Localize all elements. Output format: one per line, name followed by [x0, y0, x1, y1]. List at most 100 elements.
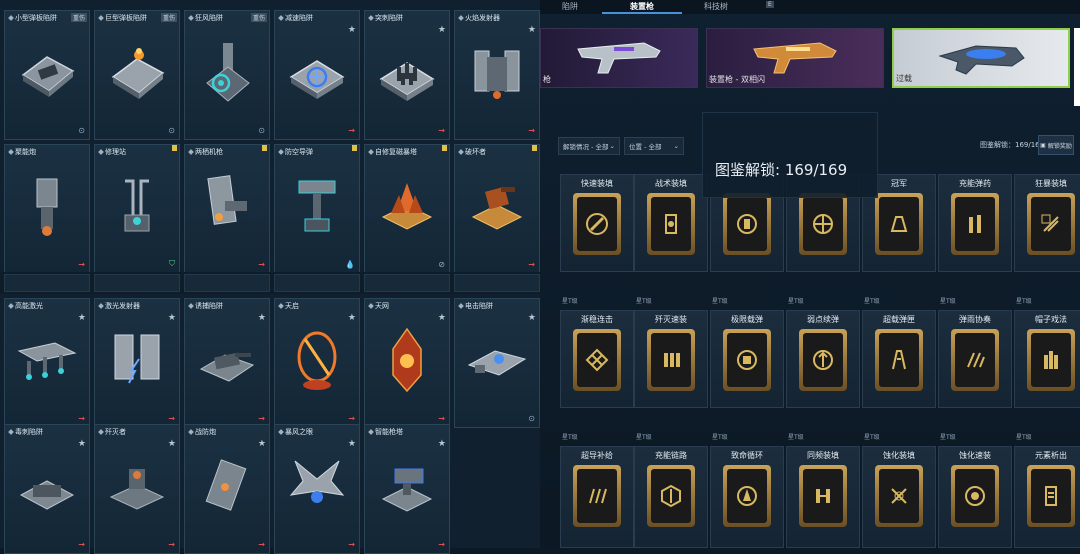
trap-name: 高能激光: [8, 301, 43, 311]
skill-icon: [664, 353, 680, 367]
device-gun-panel: 陷阱 装置枪 科技树 E 枪 装置枪 - 双相闪 过载 解锁情况 - 全部 ⌄ 位…: [540, 0, 1080, 548]
star-icon: ★: [437, 313, 446, 323]
skill-card-bullet-rain[interactable]: 弹雨协奏: [938, 310, 1012, 408]
skill-icon: [737, 214, 757, 234]
skill-card-hat-trick[interactable]: 帽子戏法: [1014, 310, 1080, 408]
trap-card-apocalypse[interactable]: 天启 ★ →: [274, 298, 360, 428]
skill-card-weakpoint-refill[interactable]: 弱点续弹: [786, 310, 860, 408]
upgrade-arrow-icon: →: [258, 414, 265, 423]
trap-art-icon: [381, 183, 433, 230]
trap-art-icon: [379, 62, 435, 101]
trap-art-icon: [114, 334, 160, 384]
skill-card-charged-ammo[interactable]: 充能弹药: [938, 174, 1012, 272]
gun-art-icon: [938, 45, 1025, 75]
skill-card-charge-link[interactable]: 充能链路: [634, 446, 708, 548]
unlock-filter-dropdown[interactable]: 解锁情况 - 全部 ⌄: [558, 137, 620, 155]
tier-tag: 星T级: [636, 434, 652, 441]
status-tag: 重伤: [160, 13, 177, 22]
trap-card-skynet[interactable]: 天网 ★ →: [364, 298, 450, 428]
trap-card-flamethrower[interactable]: 火焰发射器 ★ →: [454, 10, 540, 140]
trap-card-lure[interactable]: 诱捕陷阱 ★ →: [184, 298, 270, 428]
chevron-down-icon: ⌄: [609, 142, 615, 150]
skill-plate: [875, 329, 923, 391]
skill-card-fatal-cycle[interactable]: 致命循环: [710, 446, 784, 548]
trap-name: 天启: [278, 301, 299, 311]
trap-card-slow[interactable]: 减速陷阱 ★ →: [274, 10, 360, 140]
tier-tag: 星T级: [562, 434, 578, 441]
trap-card-laser-emitter[interactable]: 激光发射器 ★ →: [94, 298, 180, 428]
tier-tag: 星T级: [1016, 298, 1032, 305]
trap-card-annihilator[interactable]: 歼灭者 ★ →: [94, 424, 180, 554]
tab-tech-tree[interactable]: 科技树: [704, 0, 728, 12]
skill-card-superconduct-supply[interactable]: 超导补给: [560, 446, 634, 548]
gun-card-3-selected[interactable]: 过载: [892, 28, 1070, 88]
upgrade-arrow-icon: →: [258, 260, 265, 269]
new-flag-icon: [532, 145, 537, 151]
skill-card-element-precipitate[interactable]: 元素析出: [1014, 446, 1080, 548]
trap-name: 歼灭者: [98, 427, 126, 437]
gun-label: 过载: [896, 74, 912, 83]
trap-art-icon: [21, 56, 75, 97]
tier-tag: 星T级: [788, 298, 804, 305]
upgrade-arrow-icon: →: [168, 414, 175, 423]
trap-art-icon: [207, 175, 247, 225]
skill-icon: [1041, 214, 1059, 232]
gun-card-2[interactable]: 装置枪 - 双相闪: [706, 28, 884, 88]
trap-card-anti-tank[interactable]: 战防炮 ★ →: [184, 424, 270, 554]
trap-card-aa-missile[interactable]: 防空导弹 💧: [274, 144, 360, 274]
trap-card-smart-turret[interactable]: 智能枪塔 ★ →: [364, 424, 450, 554]
skill-name: 蚀化速装: [959, 451, 991, 460]
skill-card-sync-reload[interactable]: 同频装填: [786, 446, 860, 548]
trap-art-icon: [36, 178, 58, 236]
skill-card-overload-mag[interactable]: 超载弹匣: [862, 310, 936, 408]
tier-tag: 星T级: [636, 298, 652, 305]
trap-card-self-repair-tesla[interactable]: 自修复磁暴塔 ⊘: [364, 144, 450, 274]
trap-card-storm-eye[interactable]: 暴风之眼 ★ →: [274, 424, 360, 554]
skill-card-extreme-load[interactable]: 极限载弹: [710, 310, 784, 408]
unlock-reward-button[interactable]: ▣ 解锁奖励: [1038, 135, 1074, 155]
skill-card-annihilate-reload[interactable]: 歼灭速装: [634, 310, 708, 408]
trap-card-gale[interactable]: 狂风陷阱 重伤 ⊙: [184, 10, 270, 140]
edge-panel: [1074, 28, 1080, 106]
active-tab-indicator: [602, 12, 682, 14]
skill-plate: [647, 329, 695, 391]
trap-art-icon: [392, 327, 422, 393]
trap-card-shock[interactable]: 电击陷阱 ★ ⊙: [454, 298, 540, 428]
skill-card-berserk-reload[interactable]: 狂暴装填: [1014, 174, 1080, 272]
skill-card-steady-combo[interactable]: 渐稳连击: [560, 310, 634, 408]
gift-icon: ▣: [1040, 141, 1046, 149]
skill-plate: [647, 193, 695, 255]
skill-plate: [1027, 465, 1075, 527]
skill-name: 歼灭速装: [655, 315, 687, 324]
star-icon: ★: [347, 313, 356, 323]
trap-name: 狂风陷阱: [188, 13, 223, 23]
trap-card-giant-springboard[interactable]: 巨型弹板陷阱 重伤 ⊙: [94, 10, 180, 140]
tab-device-guns[interactable]: 装置枪: [630, 0, 654, 12]
upgrade-arrow-icon: →: [528, 126, 535, 135]
trap-name: 战防炮: [188, 427, 216, 437]
skill-card-quick-reload[interactable]: 快速装填: [560, 174, 634, 272]
trap-card-small-springboard[interactable]: 小型弹板陷阱 重伤 ⊙: [4, 10, 90, 140]
trap-card-high-energy-laser[interactable]: 高能激光 ★ →: [4, 298, 90, 428]
stub-card: [454, 274, 540, 292]
trap-card-amphibious-mg[interactable]: 两栖机枪 →: [184, 144, 270, 274]
skill-icon: [891, 488, 907, 504]
tier-tag: 星T级: [562, 298, 578, 305]
gun-card-1[interactable]: 枪: [540, 28, 698, 88]
skill-card-tactical-reload[interactable]: 战术装填: [634, 174, 708, 272]
tier-tag: 星T级: [864, 434, 880, 441]
trap-card-repair-station[interactable]: 修理站 ⛉: [94, 144, 180, 274]
tab-traps[interactable]: 陷阱: [562, 0, 578, 12]
new-flag-icon: [442, 145, 447, 151]
skill-card-corrode-quick[interactable]: 蚀化速装: [938, 446, 1012, 548]
gun-label: 枪: [543, 75, 551, 84]
trap-card-poison-spike[interactable]: 毒刺陷阱 ★ →: [4, 424, 90, 554]
skill-card-corrode-reload[interactable]: 蚀化装填: [862, 446, 936, 548]
skill-name: 弱点续弹: [807, 315, 839, 324]
tier-tag: 星T级: [864, 298, 880, 305]
trap-card-spike[interactable]: 突刺陷阱 ★ →: [364, 10, 450, 140]
trap-card-focus-cannon[interactable]: 聚能炮 →: [4, 144, 90, 274]
trap-card-destroyer[interactable]: 破坏者 →: [454, 144, 540, 274]
filter-label: 位置 - 全部: [629, 143, 662, 151]
position-filter-dropdown[interactable]: 位置 - 全部 ⌄: [624, 137, 684, 155]
